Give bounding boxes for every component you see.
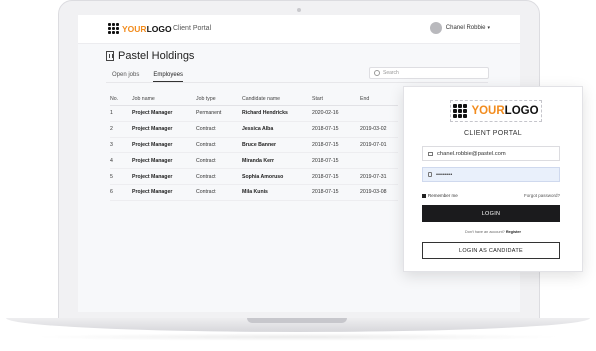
table-row[interactable]: 1 Project Manager Permanent Richard Hend… bbox=[110, 105, 398, 122]
logo[interactable]: YOURLOGO bbox=[108, 23, 172, 34]
remember-label: Remember me bbox=[428, 193, 458, 198]
logo-text: YOURLOGO bbox=[471, 105, 538, 117]
register-prompt: Don't have an account? Register bbox=[404, 230, 582, 234]
cell-end: 2019-03-02 bbox=[360, 121, 398, 138]
camera-icon bbox=[297, 8, 301, 12]
cell-end: 2019-07-31 bbox=[360, 168, 398, 185]
cell-job-name: Project Manager bbox=[132, 152, 196, 170]
column-header[interactable]: Job name bbox=[132, 93, 196, 106]
page-title: Pastel Holdings bbox=[106, 50, 194, 62]
cell-candidate: Richard Hendricks bbox=[242, 105, 312, 122]
cell-job-type: Contract bbox=[196, 152, 242, 170]
table-row[interactable]: 2 Project Manager Contract Jessica Alba … bbox=[110, 121, 398, 138]
checkbox-icon bbox=[422, 193, 426, 198]
email-field[interactable]: chanel.robbie@pastel.com bbox=[422, 146, 560, 161]
login-as-candidate-button[interactable]: LOGIN AS CANDIDATE bbox=[422, 242, 560, 259]
login-title: CLIENT PORTAL bbox=[464, 130, 522, 137]
tab-bar: Open jobs Employees bbox=[112, 72, 197, 82]
cell-start: 2020-02-16 bbox=[312, 105, 360, 122]
cell-job-name: Project Manager bbox=[132, 184, 196, 201]
cell-start: 2018-07-15 bbox=[312, 121, 360, 138]
logo-grid-icon bbox=[453, 104, 468, 118]
company-name: Pastel Holdings bbox=[118, 50, 195, 62]
cell-end: 2019-07-01 bbox=[360, 137, 398, 154]
cell-start: 2018-07-15 bbox=[312, 152, 360, 170]
tab-open-jobs[interactable]: Open jobs bbox=[112, 72, 139, 82]
table-row[interactable]: 4 Project Manager Contract Miranda Kerr … bbox=[110, 152, 398, 170]
cell-candidate: Jessica Alba bbox=[242, 121, 312, 138]
building-icon bbox=[106, 51, 114, 61]
search-placeholder: Search bbox=[383, 70, 399, 76]
cell-no: 2 bbox=[110, 121, 132, 138]
mail-icon bbox=[428, 151, 433, 156]
cell-start: 2018-07-15 bbox=[312, 137, 360, 154]
password-field[interactable]: •••••••• bbox=[422, 167, 560, 182]
chevron-down-icon: ▾ bbox=[487, 25, 490, 31]
cell-candidate: Miranda Kerr bbox=[242, 152, 312, 170]
user-menu[interactable]: Chanel Robbie ▾ bbox=[429, 22, 490, 34]
avatar bbox=[429, 22, 442, 34]
tab-employees[interactable]: Employees bbox=[153, 72, 184, 82]
login-card: YOURLOGO CLIENT PORTAL chanel.robbie@pas… bbox=[403, 86, 583, 272]
search-icon bbox=[374, 70, 380, 76]
cell-no: 1 bbox=[110, 105, 132, 122]
cell-job-name: Project Manager bbox=[132, 105, 196, 122]
cell-candidate: Sophia Amoruso bbox=[242, 168, 312, 185]
cell-no: 5 bbox=[110, 168, 132, 185]
cell-candidate: Bruce Banner bbox=[242, 137, 312, 154]
table-header-row: No. Job name Job type Candidate name Sta… bbox=[110, 93, 398, 106]
tabs-divider bbox=[106, 82, 488, 83]
cell-job-name: Project Manager bbox=[132, 137, 196, 154]
cell-no: 6 bbox=[110, 184, 132, 201]
cell-end bbox=[360, 152, 398, 170]
cell-job-type: Permanent bbox=[196, 105, 242, 122]
logo-word: LOGO bbox=[504, 105, 539, 117]
top-bar: YOURLOGO Client Portal Chanel Robbie ▾ bbox=[78, 15, 520, 44]
cell-start: 2018-07-15 bbox=[312, 184, 360, 201]
email-value: chanel.robbie@pastel.com bbox=[437, 150, 506, 157]
cell-end: 2019-03-08 bbox=[360, 184, 398, 201]
laptop-shadow bbox=[30, 333, 566, 341]
cell-job-type: Contract bbox=[196, 184, 242, 201]
logo-text: YOURLOGO bbox=[122, 24, 172, 34]
login-button[interactable]: LOGIN bbox=[422, 205, 560, 222]
employees-table: No. Job name Job type Candidate name Sta… bbox=[110, 93, 398, 201]
no-account-text: Don't have an account? bbox=[464, 230, 505, 234]
lock-icon bbox=[428, 172, 432, 177]
column-header[interactable]: Start bbox=[312, 93, 360, 106]
cell-start: 2018-07-15 bbox=[312, 168, 360, 185]
column-header[interactable]: Job type bbox=[196, 93, 242, 106]
table-row[interactable]: 6 Project Manager Contract Mila Kunis 20… bbox=[110, 184, 398, 201]
cell-no: 3 bbox=[110, 137, 132, 154]
cell-job-type: Contract bbox=[196, 137, 242, 154]
column-header[interactable]: No. bbox=[110, 93, 132, 106]
cell-job-name: Project Manager bbox=[132, 121, 196, 138]
user-name: Chanel Robbie bbox=[445, 25, 486, 31]
column-header[interactable]: Candidate name bbox=[242, 93, 312, 106]
table-row[interactable]: 5 Project Manager Contract Sophia Amorus… bbox=[110, 168, 398, 185]
cell-job-type: Contract bbox=[196, 121, 242, 138]
table-row[interactable]: 3 Project Manager Contract Bruce Banner … bbox=[110, 137, 398, 154]
laptop-notch bbox=[247, 318, 347, 323]
register-link[interactable]: Register bbox=[506, 230, 521, 234]
cell-end bbox=[360, 105, 398, 122]
login-logo: YOURLOGO bbox=[450, 100, 542, 122]
password-value: •••••••• bbox=[436, 171, 453, 178]
logo-your: YOUR bbox=[122, 23, 147, 34]
remember-me-checkbox[interactable]: Remember me bbox=[422, 193, 458, 198]
cell-candidate: Mila Kunis bbox=[242, 184, 312, 201]
logo-word: LOGO bbox=[146, 23, 172, 34]
search-input[interactable]: Search bbox=[369, 67, 489, 79]
portal-label: Client Portal bbox=[173, 25, 212, 32]
cell-job-type: Contract bbox=[196, 168, 242, 185]
cell-job-name: Project Manager bbox=[132, 168, 196, 185]
forgot-password-link[interactable]: Forgot password? bbox=[524, 193, 560, 198]
logo-your: YOUR bbox=[471, 105, 505, 117]
logo-grid-icon bbox=[108, 23, 119, 34]
column-header[interactable]: End bbox=[360, 93, 398, 106]
cell-no: 4 bbox=[110, 152, 132, 170]
